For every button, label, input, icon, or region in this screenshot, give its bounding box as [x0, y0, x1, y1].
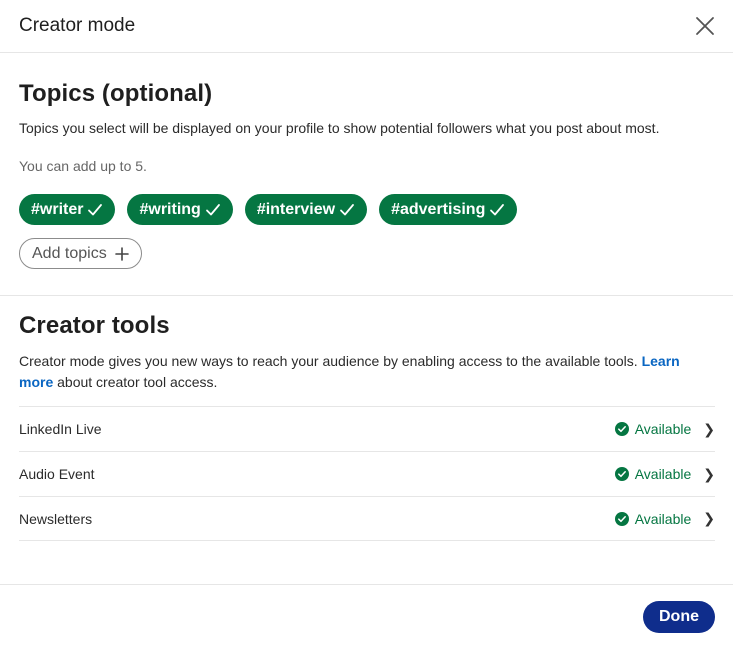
checkmark-icon	[340, 203, 354, 215]
creator-mode-dialog: Creator mode Topics (optional) Topics yo…	[0, 0, 733, 648]
topics-section: Topics (optional) Topics you select will…	[0, 53, 733, 296]
creator-tools-section: Creator tools Creator mode gives you new…	[0, 296, 733, 541]
topic-chip-interview[interactable]: #interview	[244, 194, 368, 225]
add-topics-label: Add topics	[32, 244, 107, 262]
topic-chips: #writer #writing #interview #advertising	[19, 194, 714, 225]
done-button[interactable]: Done	[643, 600, 715, 633]
chevron-right-icon: ❯	[703, 465, 715, 482]
dialog-title: Creator mode	[19, 15, 136, 36]
tool-status-label: Available	[634, 510, 692, 527]
topic-chip-label: #advertising	[391, 200, 486, 218]
check-circle-icon	[614, 511, 629, 526]
plus-icon	[114, 246, 129, 261]
tool-row-linkedin-live[interactable]: LinkedIn Live Available ❯	[19, 406, 715, 451]
topic-chip-label: #interview	[256, 200, 336, 218]
topic-chip-label: #writer	[31, 200, 84, 218]
tools-description-text-end: about creator tool access.	[53, 374, 218, 390]
tools-description-text: Creator mode gives you new ways to reach…	[19, 353, 642, 369]
check-circle-icon	[614, 467, 629, 481]
topic-chip-writer[interactable]: #writer	[19, 194, 116, 225]
tool-name: LinkedIn Live	[19, 421, 102, 437]
dialog-footer: Done	[0, 584, 733, 648]
topics-limit-note: You can add up to 5.	[19, 158, 147, 174]
tool-status-label: Available	[634, 421, 692, 437]
check-circle-icon	[614, 422, 629, 436]
tool-row-newsletters[interactable]: Newsletters Available ❯	[19, 496, 715, 541]
close-icon	[696, 17, 714, 35]
topic-chip-advertising[interactable]: #advertising	[379, 194, 518, 225]
close-button[interactable]	[693, 14, 717, 38]
tool-name: Newsletters	[19, 510, 93, 527]
chevron-right-icon: ❯	[703, 420, 715, 437]
checkmark-icon	[205, 203, 220, 215]
tool-status: Available ❯	[614, 420, 715, 438]
tool-row-audio-event[interactable]: Audio Event Available ❯	[19, 451, 715, 496]
topic-chip-writing[interactable]: #writing	[127, 194, 233, 225]
topics-title: Topics (optional)	[19, 80, 213, 107]
checkmark-icon	[490, 203, 505, 215]
topics-description: Topics you select will be displayed on y…	[19, 120, 660, 136]
tool-status-label: Available	[634, 466, 692, 482]
topic-chip-label: #writing	[139, 200, 201, 218]
dialog-header: Creator mode	[0, 0, 733, 53]
creator-tool-list: LinkedIn Live Available ❯ Audio Event Av…	[19, 406, 715, 541]
checkmark-icon	[88, 203, 103, 215]
tool-status: Available ❯	[614, 510, 715, 527]
creator-tools-description: Creator mode gives you new ways to reach…	[19, 351, 709, 393]
tool-name: Audio Event	[19, 466, 95, 482]
tool-status: Available ❯	[614, 465, 715, 483]
add-topics-button[interactable]: Add topics	[19, 238, 142, 269]
chevron-right-icon: ❯	[703, 510, 715, 526]
creator-tools-title: Creator tools	[19, 312, 170, 339]
